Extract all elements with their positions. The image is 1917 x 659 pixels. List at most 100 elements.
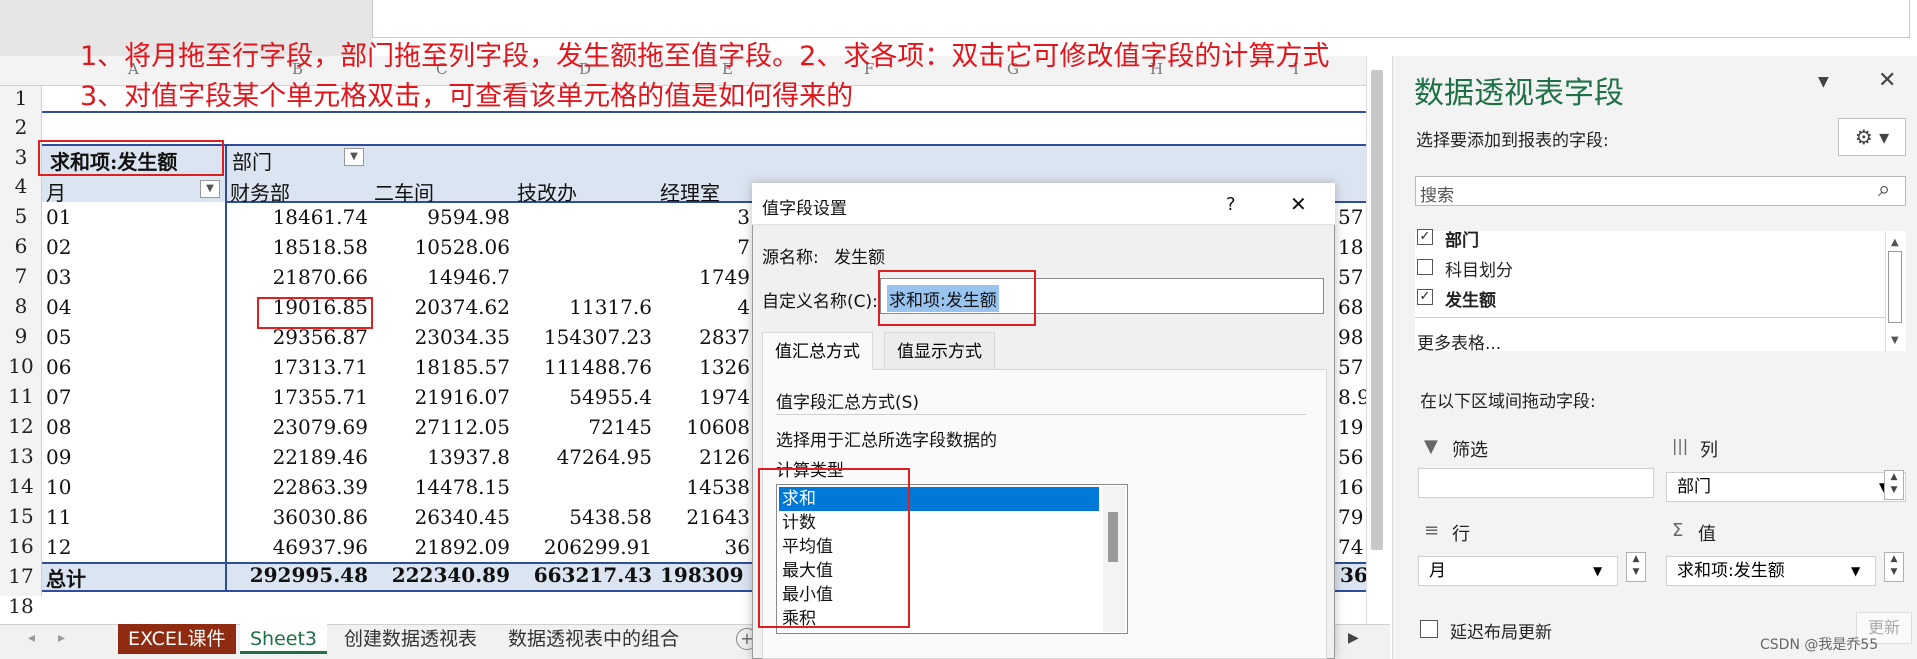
total-cell[interactable]: 36 bbox=[1340, 563, 1368, 587]
value-cell[interactable]: 17355.71 bbox=[226, 385, 368, 409]
row-number[interactable]: 7 bbox=[0, 264, 42, 288]
value-cell[interactable]: 79 bbox=[1338, 505, 1363, 529]
value-cell[interactable]: 9594.98 bbox=[370, 205, 510, 229]
value-cell[interactable]: 98 bbox=[1338, 325, 1363, 349]
row-field-dropdown-icon[interactable]: ▼ bbox=[200, 180, 220, 198]
value-cell[interactable]: 22863.39 bbox=[226, 475, 368, 499]
dialog-close-button[interactable]: ✕ bbox=[1290, 192, 1307, 216]
value-cell[interactable]: 13937.8 bbox=[370, 445, 510, 469]
month-cell[interactable]: 03 bbox=[46, 265, 71, 289]
value-cell[interactable]: 36030.86 bbox=[226, 505, 368, 529]
value-cell[interactable]: 18461.74 bbox=[226, 205, 368, 229]
value-cell[interactable]: 1749 bbox=[654, 265, 750, 289]
value-cell[interactable]: 74 bbox=[1338, 535, 1363, 559]
total-cell[interactable]: 292995.48 bbox=[226, 563, 368, 587]
value-cell[interactable]: 3 bbox=[654, 205, 750, 229]
value-cell[interactable]: 68 bbox=[1338, 295, 1363, 319]
tab-summarize-by[interactable]: 值汇总方式 bbox=[762, 332, 873, 370]
value-cell[interactable]: 21916.07 bbox=[370, 385, 510, 409]
sheet-tab-create-pivot[interactable]: 创建数据透视表 bbox=[334, 624, 487, 654]
value-cell[interactable]: 154307.23 bbox=[512, 325, 652, 349]
month-cell[interactable]: 07 bbox=[46, 385, 71, 409]
row-number[interactable]: 15 bbox=[0, 504, 42, 528]
values-spin-control[interactable]: ▲ ▼ bbox=[1884, 552, 1904, 582]
value-cell[interactable]: 21870.66 bbox=[226, 265, 368, 289]
value-cell[interactable]: 206299.91 bbox=[512, 535, 652, 559]
value-cell[interactable]: 36 bbox=[654, 535, 750, 559]
field-label[interactable]: 科目划分 bbox=[1445, 256, 1513, 281]
value-cell[interactable]: 23079.69 bbox=[226, 415, 368, 439]
values-item-dropdown-icon[interactable]: ▼ bbox=[1851, 557, 1860, 585]
value-cell[interactable]: 19 bbox=[1338, 415, 1363, 439]
row-number[interactable]: 5 bbox=[0, 204, 42, 228]
value-cell[interactable]: 21643 bbox=[654, 505, 750, 529]
month-cell[interactable]: 11 bbox=[46, 505, 71, 529]
value-cell[interactable]: 5438.58 bbox=[512, 505, 652, 529]
rows-item-dropdown-icon[interactable]: ▼ bbox=[1593, 557, 1602, 585]
month-cell[interactable]: 08 bbox=[46, 415, 71, 439]
row-number[interactable]: 14 bbox=[0, 474, 42, 498]
row-number[interactable]: 18 bbox=[0, 594, 42, 618]
value-cell[interactable]: 18 bbox=[1338, 235, 1363, 259]
month-cell[interactable]: 06 bbox=[46, 355, 71, 379]
value-cell[interactable]: 57 bbox=[1338, 205, 1363, 229]
value-cell[interactable]: 20374.62 bbox=[370, 295, 510, 319]
row-number[interactable]: 16 bbox=[0, 534, 42, 558]
row-number[interactable]: 13 bbox=[0, 444, 42, 468]
total-cell[interactable]: 198309 bbox=[660, 563, 744, 587]
value-cell[interactable]: 21892.09 bbox=[370, 535, 510, 559]
row-number[interactable]: 11 bbox=[0, 384, 42, 408]
field-checkbox[interactable] bbox=[1417, 259, 1433, 275]
row-number[interactable]: 3 bbox=[0, 145, 42, 169]
row-number[interactable]: 4 bbox=[0, 174, 42, 198]
field-list-scroll-thumb[interactable] bbox=[1888, 251, 1902, 323]
tab-next-icon[interactable]: ▸ bbox=[58, 630, 65, 646]
month-cell[interactable]: 02 bbox=[46, 235, 71, 259]
sheet-scroll-thumb[interactable] bbox=[1371, 70, 1383, 550]
department-header[interactable]: 财务部 bbox=[230, 177, 290, 206]
value-cell[interactable]: 14538 bbox=[654, 475, 750, 499]
value-cell[interactable]: 72145 bbox=[512, 415, 652, 439]
pivot-row-field-label[interactable]: 月 bbox=[46, 177, 66, 206]
value-cell[interactable]: 57 bbox=[1338, 355, 1363, 379]
value-cell[interactable]: 10608 bbox=[654, 415, 750, 439]
value-cell[interactable]: 11317.6 bbox=[512, 295, 652, 319]
more-tables-link[interactable]: 更多表格... bbox=[1417, 329, 1501, 354]
field-checkbox[interactable]: ✓ bbox=[1417, 289, 1433, 305]
sheet-tab-pivot-grouping[interactable]: 数据透视表中的组合 bbox=[498, 624, 689, 654]
department-header[interactable]: 经理室 bbox=[660, 177, 720, 206]
month-cell[interactable]: 01 bbox=[46, 205, 71, 229]
value-cell[interactable]: 18185.57 bbox=[370, 355, 510, 379]
value-cell[interactable]: 2837 bbox=[654, 325, 750, 349]
field-checkbox[interactable]: ✓ bbox=[1417, 229, 1433, 245]
calc-list-scroll-thumb[interactable] bbox=[1108, 512, 1118, 562]
value-cell[interactable]: 54955.4 bbox=[512, 385, 652, 409]
value-cell[interactable]: 17313.71 bbox=[226, 355, 368, 379]
value-cell[interactable]: 47264.95 bbox=[512, 445, 652, 469]
value-cell[interactable]: 14478.15 bbox=[370, 475, 510, 499]
hscroll-right-icon[interactable]: ▶ bbox=[1348, 630, 1359, 646]
value-cell[interactable]: 10528.06 bbox=[370, 235, 510, 259]
scroll-down-icon[interactable]: ▼ bbox=[1891, 335, 1899, 346]
row-number[interactable]: 12 bbox=[0, 414, 42, 438]
value-cell[interactable]: 7 bbox=[654, 235, 750, 259]
tab-show-values-as[interactable]: 值显示方式 bbox=[884, 332, 995, 370]
dialog-help-button[interactable]: ? bbox=[1226, 194, 1236, 215]
row-number[interactable]: 1 bbox=[0, 86, 42, 110]
value-cell[interactable]: 57 bbox=[1338, 265, 1363, 289]
filter-area-dropzone[interactable] bbox=[1418, 468, 1654, 498]
columns-area-item[interactable]: 部门 ▼ bbox=[1666, 472, 1906, 502]
month-cell[interactable]: 05 bbox=[46, 325, 71, 349]
value-cell[interactable]: 23034.35 bbox=[370, 325, 510, 349]
row-number[interactable]: 8 bbox=[0, 294, 42, 318]
value-cell[interactable]: 4 bbox=[654, 295, 750, 319]
value-cell[interactable]: 14946.7 bbox=[370, 265, 510, 289]
value-cell[interactable]: 1974 bbox=[654, 385, 750, 409]
row-number[interactable]: 10 bbox=[0, 354, 42, 378]
value-cell[interactable]: 16 bbox=[1338, 475, 1363, 499]
panel-settings-gear-icon[interactable]: ⚙ ▾ bbox=[1838, 118, 1906, 156]
defer-update-label[interactable]: 延迟布局更新 bbox=[1450, 618, 1552, 643]
value-cell[interactable]: 111488.76 bbox=[512, 355, 652, 379]
tab-prev-icon[interactable]: ◂ bbox=[28, 630, 35, 646]
field-search-input[interactable]: 搜索 ⌕ bbox=[1415, 176, 1906, 206]
